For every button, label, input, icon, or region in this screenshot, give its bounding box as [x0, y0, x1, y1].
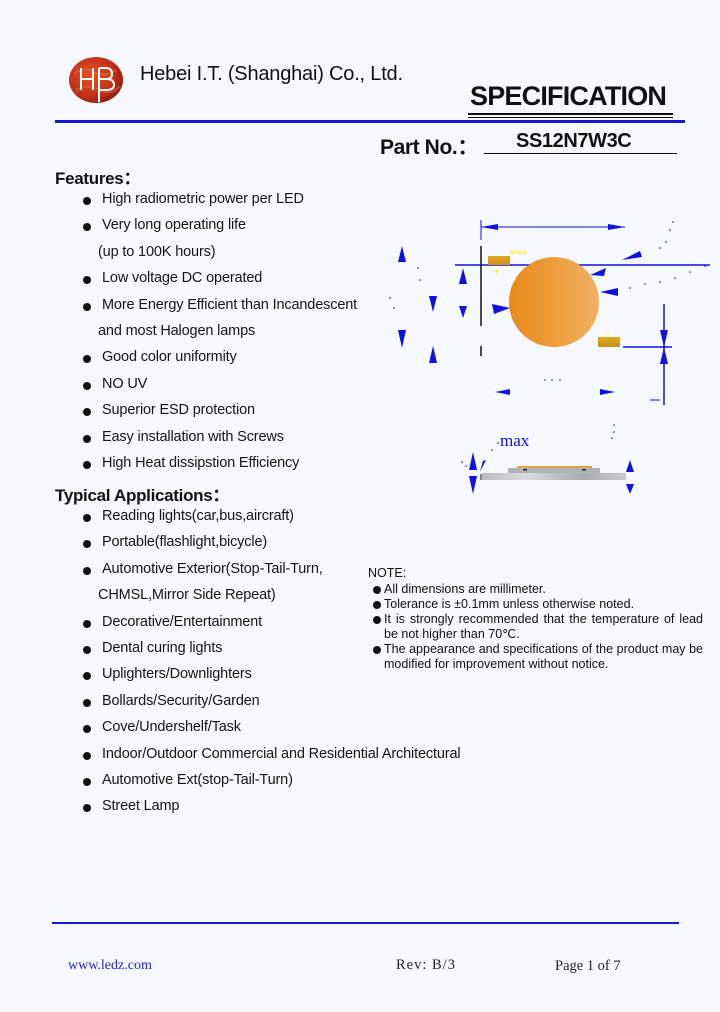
website-link[interactable]: www.ledz.com [68, 958, 152, 974]
title-underline [468, 113, 673, 115]
bullet-icon [83, 566, 91, 575]
notes-section: NOTE: All dimensions are millimeter. Tol… [368, 566, 703, 672]
list-item: Uplighters/Downlighters [102, 666, 252, 683]
list-item: Portable(flashlight,bicycle) [102, 534, 268, 551]
company-name: Hebei I.T. (Shanghai) Co., Ltd. [140, 63, 403, 85]
bullet-icon [83, 461, 91, 469]
note-item: All dimensions are millimeter. [368, 582, 703, 597]
led-top-view-drawing: sung:L + − [389, 220, 710, 405]
list-item: Easy installation with Screws [102, 428, 284, 445]
list-item: Cove/Undershelf/Task [102, 719, 241, 736]
list-item: CHMSL,Mirror Side Repeat) [98, 587, 276, 604]
bullet-icon [83, 698, 91, 707]
list-item: Good color uniformity [102, 349, 237, 366]
part-number-label: Part No.： [380, 136, 478, 159]
part-number-underline [484, 153, 677, 154]
document-title: SPECIFICATION [470, 81, 667, 111]
list-item: Superior ESD protection [102, 402, 255, 419]
bullet-icon [83, 725, 91, 734]
led-lens [517, 466, 592, 468]
page-number: Page 1 of 7 [555, 958, 621, 974]
footer-divider [52, 922, 679, 924]
pad-label: sung:L [509, 250, 528, 256]
bullet-icon [83, 302, 91, 311]
bullet-icon [83, 751, 91, 760]
title-underline-2 [468, 117, 673, 118]
bullet-icon [373, 646, 381, 654]
bullet-icon [83, 381, 91, 390]
max-label: max [500, 431, 530, 450]
list-item: Street Lamp [102, 798, 180, 815]
bullet-icon [83, 355, 91, 364]
note-item: It is strongly recommended that the temp… [368, 612, 703, 642]
list-item: More Energy Efficient than Incandescent [102, 296, 358, 313]
part-number-value: SS12N7W3C [516, 130, 632, 152]
bullet-icon [373, 616, 381, 624]
led-package [508, 468, 600, 473]
list-item: Reading lights(car,bus,aircraft) [102, 508, 294, 524]
header-divider [55, 120, 685, 123]
note-item: The appearance and specifications of the… [368, 642, 703, 672]
bullet-icon [83, 514, 91, 522]
list-item: Decorative/Entertainment [102, 613, 263, 630]
bullet-icon [83, 434, 91, 443]
minus-mark: − [606, 330, 611, 339]
note-heading: NOTE: [368, 566, 407, 580]
list-item: Very long operating life [102, 217, 246, 234]
list-item: Automotive Ext(stop-Tail-Turn) [102, 772, 293, 788]
note-item: Tolerance is ±0.1mm unless otherwise not… [368, 597, 703, 612]
led-side-view-drawing: max [461, 424, 634, 494]
list-item: Indoor/Outdoor Commercial and Residentia… [102, 745, 461, 762]
bullet-icon [83, 778, 91, 786]
revision-label: Rev: B/3 [396, 957, 456, 973]
list-item: and most Halogen lamps [98, 323, 256, 339]
list-item: High radiometric power per LED [102, 191, 304, 207]
plus-mark: + [494, 267, 499, 276]
bullet-icon [83, 408, 91, 417]
applications-heading: Typical Applications： [55, 486, 230, 505]
list-item: Low voltage DC operated [102, 270, 263, 287]
bullet-icon [83, 672, 91, 681]
features-heading: Features： [55, 169, 141, 188]
led-emitter [509, 257, 599, 347]
list-item: Bollards/Security/Garden [102, 692, 260, 709]
bullet-icon [373, 601, 381, 609]
bullet-icon [83, 540, 91, 549]
list-item: Dental curing lights [102, 640, 223, 656]
list-item: NO UV [102, 375, 148, 392]
bullet-icon [373, 586, 381, 594]
bullet-icon [83, 646, 91, 654]
list-item: (up to 100K hours) [98, 243, 216, 260]
bullet-icon [83, 276, 91, 285]
bullet-icon [83, 223, 91, 232]
list-item: Automotive Exterior(Stop-Tail-Turn, [102, 560, 323, 577]
bullet-icon [83, 804, 91, 813]
list-item: High Heat dissipstion Efficiency [102, 455, 300, 471]
bullet-icon [83, 197, 91, 205]
company-logo [69, 57, 123, 103]
heatsink-base [482, 473, 626, 480]
anode-pad [488, 256, 510, 265]
bullet-icon [83, 619, 91, 628]
